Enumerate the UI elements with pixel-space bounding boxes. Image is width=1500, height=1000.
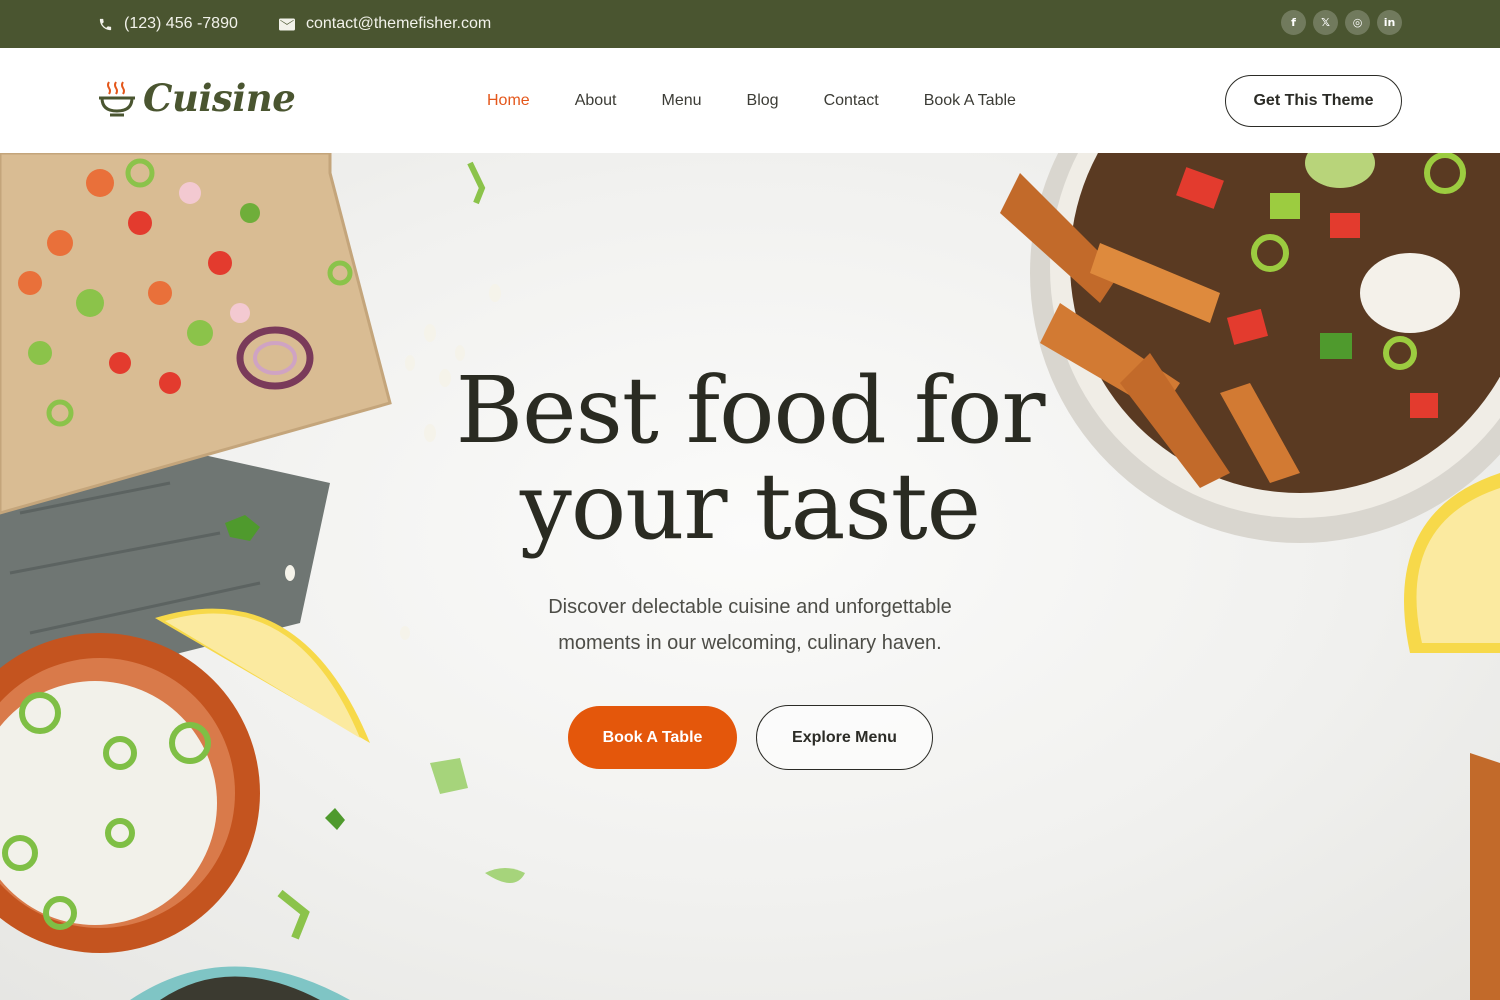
nav-book-a-table[interactable]: Book A Table: [924, 92, 1016, 110]
phone-contact[interactable]: (123) 456 -7890: [98, 0, 238, 48]
phone-number: (123) 456 -7890: [124, 15, 238, 32]
hero-section: Best food for your taste Discover delect…: [0, 153, 1500, 1000]
social-links: f 𝕏 ◎ in: [1281, 10, 1402, 35]
main-header: Cuisine Home About Menu Blog Contact Boo…: [0, 48, 1500, 153]
facebook-icon[interactable]: f: [1281, 10, 1306, 35]
nav-about[interactable]: About: [575, 92, 617, 110]
email-contact[interactable]: contact@themefisher.com: [279, 0, 491, 48]
explore-menu-button[interactable]: Explore Menu: [756, 705, 933, 770]
email-address: contact@themefisher.com: [306, 15, 492, 32]
hero-subtitle-line-2: moments in our welcoming, culinary haven…: [558, 632, 942, 654]
hero-title-line-1: Best food for: [455, 357, 1046, 464]
hero-food-image: [0, 153, 1500, 1000]
nav-blog[interactable]: Blog: [747, 92, 779, 110]
linkedin-icon[interactable]: in: [1377, 10, 1402, 35]
nav-menu[interactable]: Menu: [662, 92, 702, 110]
logo-text: Cuisine: [143, 76, 296, 120]
nav-contact[interactable]: Contact: [824, 92, 879, 110]
phone-icon: [99, 18, 112, 30]
main-nav: Home About Menu Blog Contact Book A Tabl…: [487, 48, 1061, 153]
top-bar: (123) 456 -7890 contact@themefisher.com …: [0, 0, 1500, 48]
bowl-icon: [99, 81, 135, 117]
hero-subtitle: Discover delectable cuisine and unforget…: [450, 589, 1050, 661]
book-a-table-button[interactable]: Book A Table: [568, 706, 737, 769]
site-logo[interactable]: Cuisine: [97, 76, 296, 120]
x-icon[interactable]: 𝕏: [1313, 10, 1338, 35]
hero-title-line-2: your taste: [519, 453, 981, 560]
get-theme-button[interactable]: Get This Theme: [1225, 75, 1402, 127]
nav-home[interactable]: Home: [487, 92, 530, 110]
instagram-icon[interactable]: ◎: [1345, 10, 1370, 35]
hero-title: Best food for your taste: [300, 363, 1200, 555]
mail-icon: [279, 18, 295, 30]
hero-subtitle-line-1: Discover delectable cuisine and unforget…: [548, 596, 952, 618]
